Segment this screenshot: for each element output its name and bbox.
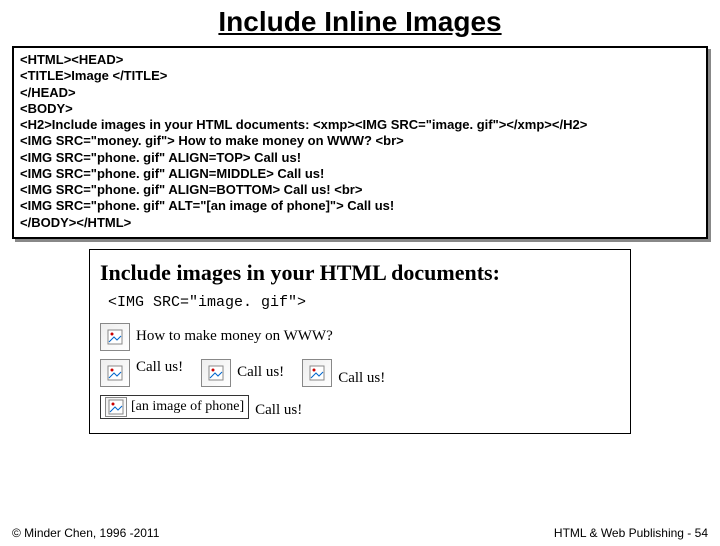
footer-left: © Minder Chen, 1996 -2011 [12,526,159,540]
render-text: Call us! [136,359,183,376]
footer-right: HTML & Web Publishing - 54 [554,526,708,540]
code-line: <HTML><HEAD> [20,52,700,68]
code-line: <IMG SRC="phone. gif" ALIGN=BOTTOM> Call… [20,182,700,198]
code-line: <IMG SRC="phone. gif" ALIGN=MIDDLE> Call… [20,166,700,182]
broken-image-icon [100,323,130,351]
code-line: <IMG SRC="money. gif"> How to make money… [20,133,700,149]
render-text: How to make money on WWW? [136,328,333,345]
render-subcode: <IMG SRC="image. gif"> [108,294,620,311]
broken-image-icon [201,359,231,387]
broken-image-icon [100,359,130,387]
render-box: Include images in your HTML documents: <… [89,249,631,434]
code-line: <BODY> [20,101,700,117]
alt-text: [an image of phone] [131,399,244,415]
render-text: Call us! [255,402,302,419]
slide-title: Include Inline Images [0,6,720,38]
code-line: <H2>Include images in your HTML document… [20,117,700,133]
render-row-alt: [an image of phone] Call us! [100,395,620,419]
render-text: Call us! [338,370,385,387]
code-line: <IMG SRC="phone. gif" ALIGN=TOP> Call us… [20,150,700,166]
code-line: </BODY></HTML> [20,215,700,231]
render-row-calls: Call us! Call us! Call us! [100,355,620,391]
broken-image-icon [105,397,127,417]
alt-text-box: [an image of phone] [100,395,249,419]
code-line: <IMG SRC="phone. gif" ALT="[an image of … [20,198,700,214]
code-box: <HTML><HEAD> <TITLE>Image </TITLE> </HEA… [12,46,708,239]
broken-image-icon [302,359,332,387]
render-row-money: How to make money on WWW? [100,323,620,351]
code-line: </HEAD> [20,85,700,101]
render-text: Call us! [237,364,284,381]
code-line: <TITLE>Image </TITLE> [20,68,700,84]
render-heading: Include images in your HTML documents: [100,260,620,286]
